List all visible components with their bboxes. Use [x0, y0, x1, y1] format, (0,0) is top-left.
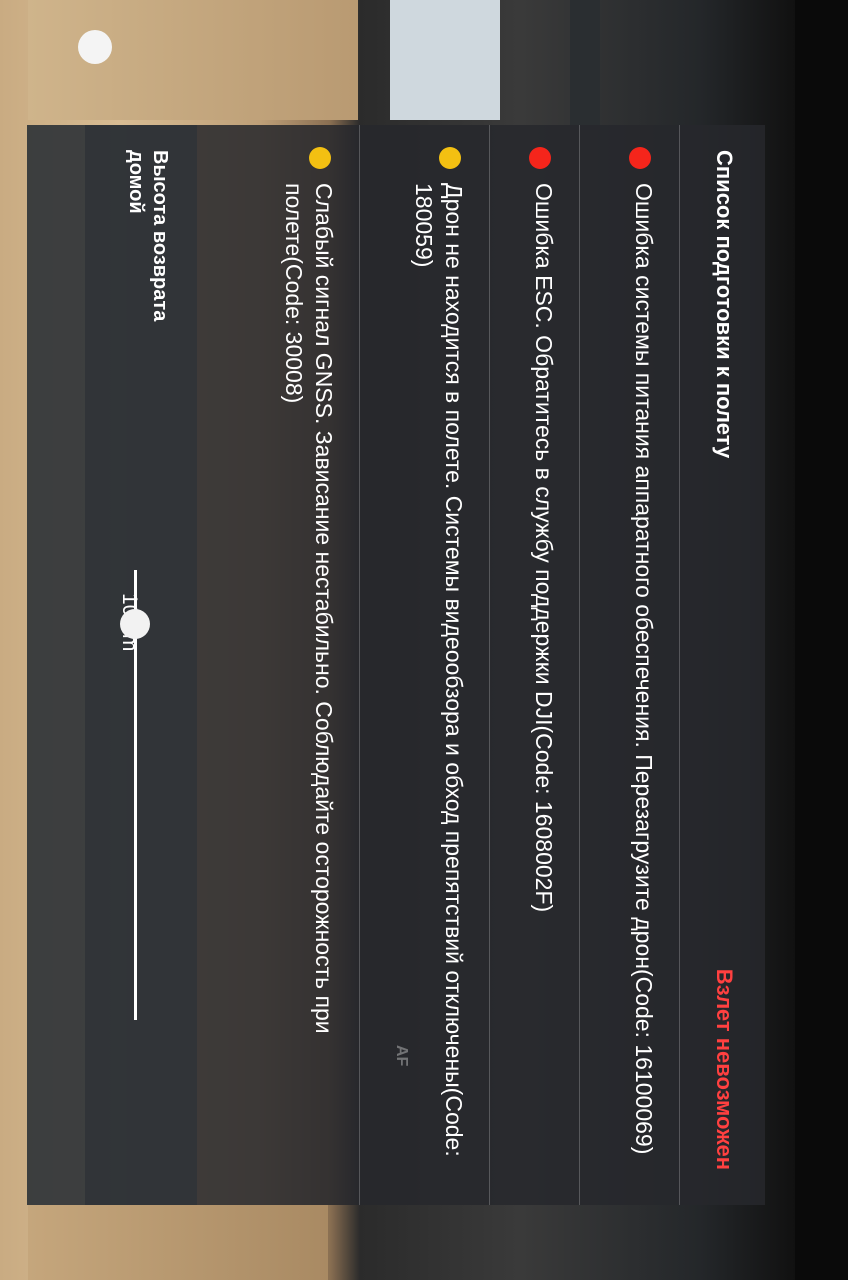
- checklist-item[interactable]: Слабый сигнал GNSS. Зависание нестабильн…: [229, 125, 360, 1205]
- error-status-icon: [529, 147, 551, 169]
- return-home-height-label: Высота возврата домой: [125, 150, 171, 322]
- device-frame: [795, 0, 848, 1280]
- af-label: AF: [393, 1045, 410, 1067]
- checklist-item-text: Дрон не находится в полете. Системы виде…: [411, 183, 467, 1157]
- warning-status-icon: [439, 147, 461, 169]
- checklist-item-text: Ошибка системы питания аппаратного обесп…: [631, 183, 657, 1155]
- error-status-icon: [629, 147, 651, 169]
- checklist-item[interactable]: Ошибка системы питания аппаратного обесп…: [579, 125, 680, 1205]
- checklist-item-text: Ошибка ESC. Обратитесь в службу поддержк…: [531, 183, 557, 913]
- checklist-item-text: Слабый сигнал GNSS. Зависание нестабильн…: [281, 183, 337, 1034]
- takeoff-status: Взлет невозможен: [712, 968, 737, 1170]
- slider-thumb[interactable]: [120, 609, 150, 639]
- warning-status-icon: [309, 147, 331, 169]
- checklist-item[interactable]: Ошибка ESC. Обратитесь в службу поддержк…: [489, 125, 580, 1205]
- checklist-item[interactable]: Дрон не находится в полете. Системы виде…: [359, 125, 490, 1205]
- panel-header: Список подготовки к полету Взлет невозмо…: [680, 125, 765, 1205]
- rotated-ui: Список подготовки к полету Взлет невозмо…: [0, 0, 800, 1280]
- return-home-height-panel: Высота возврата домой 100 m: [27, 125, 197, 1205]
- panel-title: Список подготовки к полету: [712, 150, 737, 459]
